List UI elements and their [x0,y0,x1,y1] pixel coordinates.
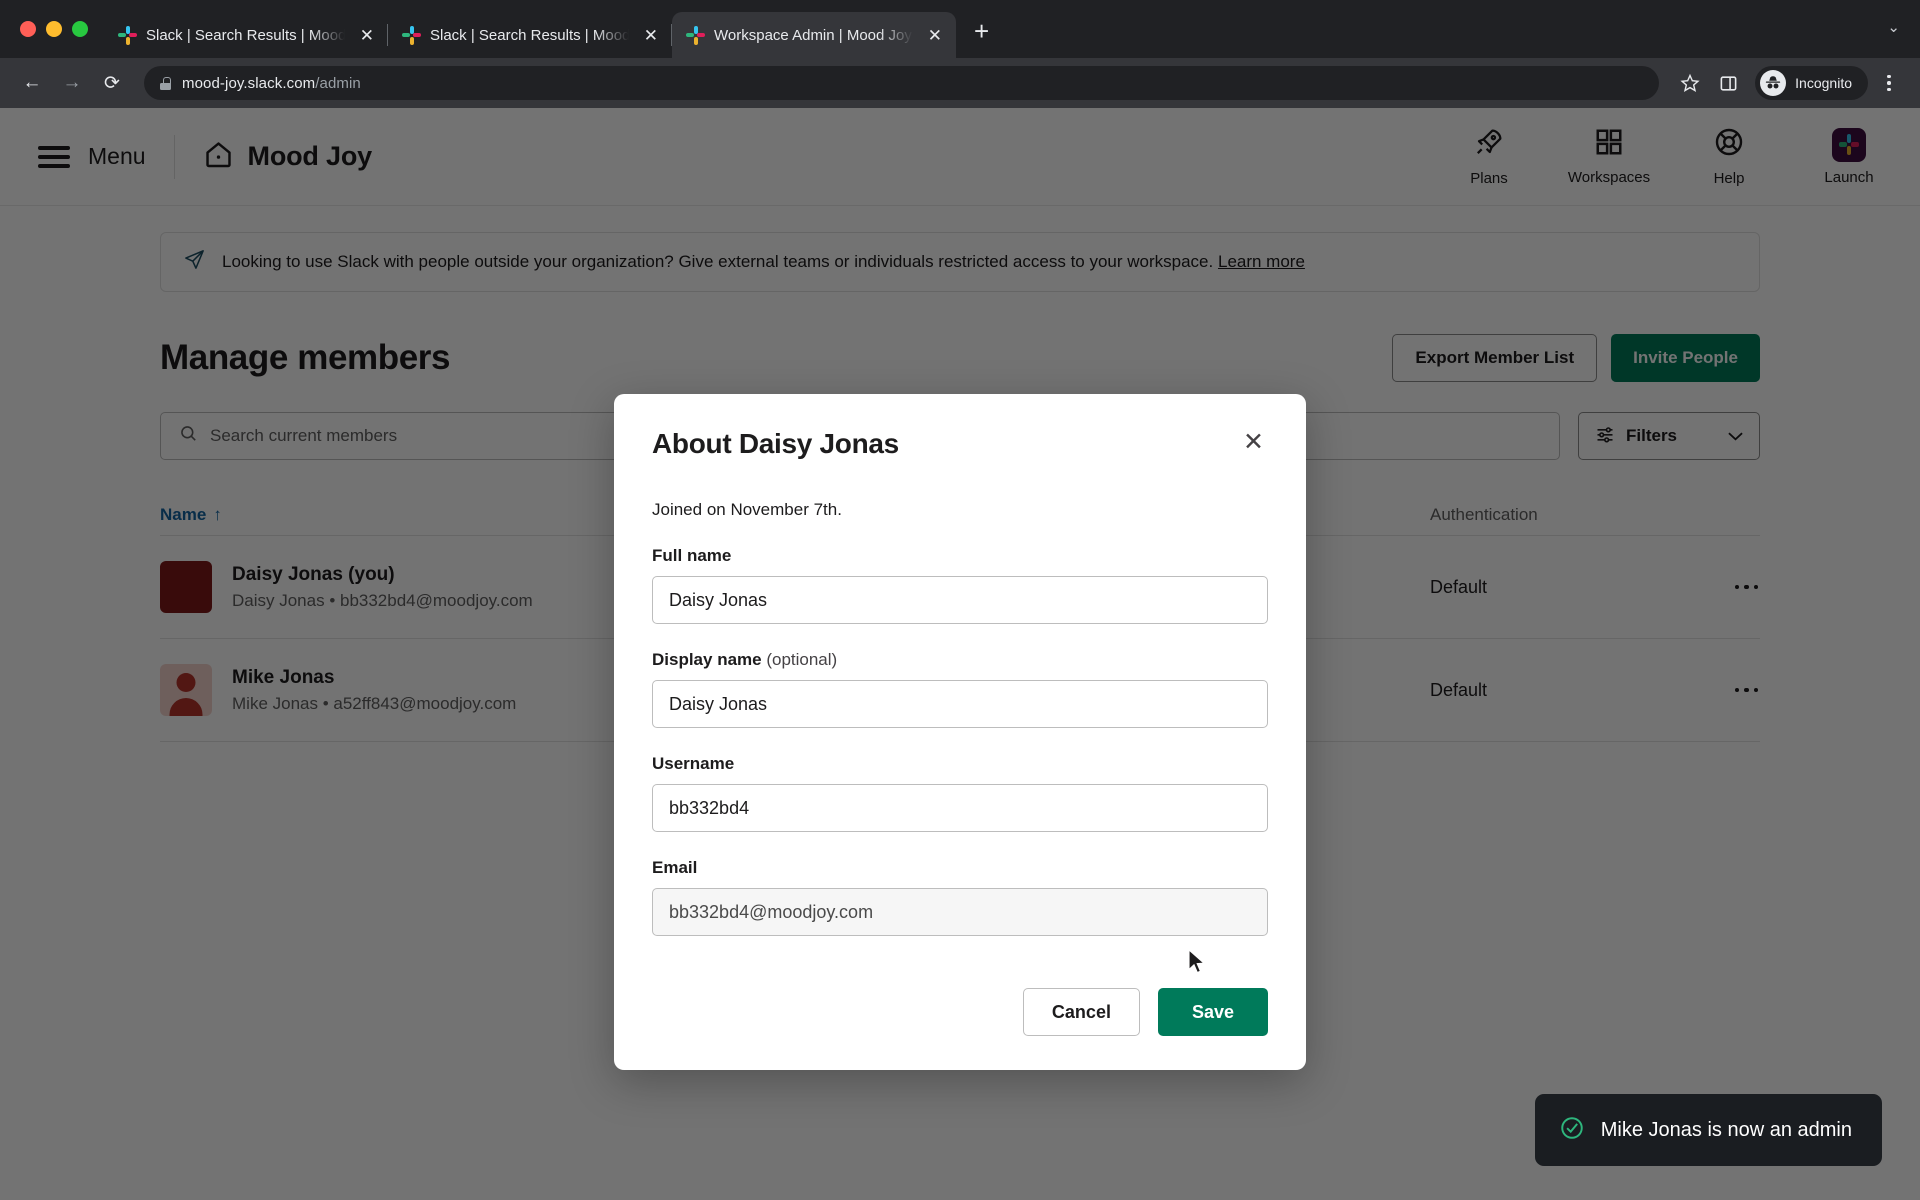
dialog-title: About Daisy Jonas [652,428,899,459]
window-controls [14,0,104,58]
minimize-window-button[interactable] [46,21,62,37]
check-circle-icon [1559,1115,1585,1146]
slack-icon [118,25,137,45]
close-window-button[interactable] [20,21,36,37]
tab-title: Workspace Admin | Mood Joy S... [714,26,915,44]
browser-tab-1[interactable]: Slack | Search Results | Mood ... ✕ [104,12,388,58]
cancel-button[interactable]: Cancel [1022,988,1140,1036]
new-tab-button[interactable]: + [956,18,1003,58]
browser-toolbar: ← → ⟳ mood-joy.slack.com/admin Incognito [0,58,1920,108]
maximize-window-button[interactable] [72,21,88,37]
kebab-menu-icon[interactable] [1872,66,1906,100]
field-full-name: Full name Daisy Jonas [652,546,1268,624]
profile-label: Incognito [1795,75,1852,91]
email-input: bb332bd4@moodjoy.com [652,888,1268,936]
dialog-header: About Daisy Jonas ✕ [652,428,1268,460]
username-input[interactable]: bb332bd4 [652,784,1268,832]
field-display-name: Display name (optional) Daisy Jonas [652,650,1268,728]
field-email: Email bb332bd4@moodjoy.com [652,858,1268,936]
reload-button[interactable]: ⟳ [94,65,130,101]
field-label: Email [652,858,698,877]
field-username: Username bb332bd4 [652,754,1268,832]
close-icon[interactable]: ✕ [1239,428,1268,457]
slack-icon [402,25,421,45]
chevron-down-icon[interactable]: ⌄ [1887,18,1900,36]
mouse-cursor [1188,948,1207,981]
save-button[interactable]: Save [1157,988,1268,1036]
browser-tab-3[interactable]: Workspace Admin | Mood Joy S... ✕ [672,12,956,58]
tab-title: Slack | Search Results | Mood ... [146,26,347,44]
browser-tabstrip: Slack | Search Results | Mood ... ✕ Slac… [0,0,1920,58]
profile-incognito-button[interactable]: Incognito [1755,66,1868,100]
close-icon[interactable]: ✕ [356,25,378,46]
address-bar[interactable]: mood-joy.slack.com/admin [144,66,1660,100]
field-label: Full name [652,546,732,565]
forward-button[interactable]: → [54,65,90,101]
dialog-actions: Cancel Save [652,988,1268,1036]
slack-icon [686,25,705,45]
address-bar-url: mood-joy.slack.com/admin [182,74,361,92]
field-label: Username [652,754,735,773]
lock-icon [160,76,171,90]
close-icon[interactable]: ✕ [640,25,662,46]
page-content: Menu Mood Joy Plans [0,108,1920,1200]
side-panel-icon[interactable] [1711,66,1745,100]
admin-toast-notification: Mike Jonas is now an admin [1534,1094,1882,1166]
display-name-input[interactable]: Daisy Jonas [652,680,1268,728]
browser-tab-2[interactable]: Slack | Search Results | Mood ... ✕ [388,12,672,58]
field-label: Display name (optional) [652,650,838,669]
joined-date-text: Joined on November 7th. [652,500,842,519]
close-icon[interactable]: ✕ [924,25,946,46]
incognito-avatar-icon [1760,70,1787,96]
star-icon[interactable] [1673,66,1707,100]
full-name-input[interactable]: Daisy Jonas [652,576,1268,624]
tab-title: Slack | Search Results | Mood ... [430,26,631,44]
back-button[interactable]: ← [14,65,50,101]
toast-text: Mike Jonas is now an admin [1600,1118,1852,1141]
browser-window: Slack | Search Results | Mood ... ✕ Slac… [0,0,1920,1200]
